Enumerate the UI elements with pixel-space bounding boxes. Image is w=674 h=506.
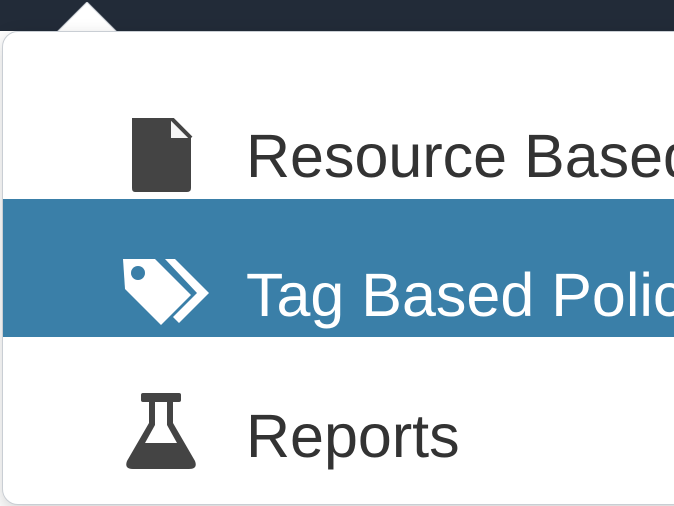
menu-item-resource-based-policies[interactable]: Resource Based Policies (3, 63, 674, 201)
document-icon (132, 118, 193, 192)
flask-icon (126, 393, 196, 469)
menu-item-label: Reports (246, 402, 460, 470)
menu-item-tag-based-policies[interactable]: Tag Based Policies (3, 199, 674, 337)
tags-icon (123, 259, 209, 325)
menu-item-reports[interactable]: Reports (3, 337, 674, 475)
dropdown-caret (55, 2, 119, 34)
access-manager-dropdown-menu: Resource Based Policies Tag Based Polici… (2, 31, 674, 505)
menu-item-label: Resource Based Policies (246, 122, 674, 190)
menu-item-label: Tag Based Policies (246, 261, 674, 329)
